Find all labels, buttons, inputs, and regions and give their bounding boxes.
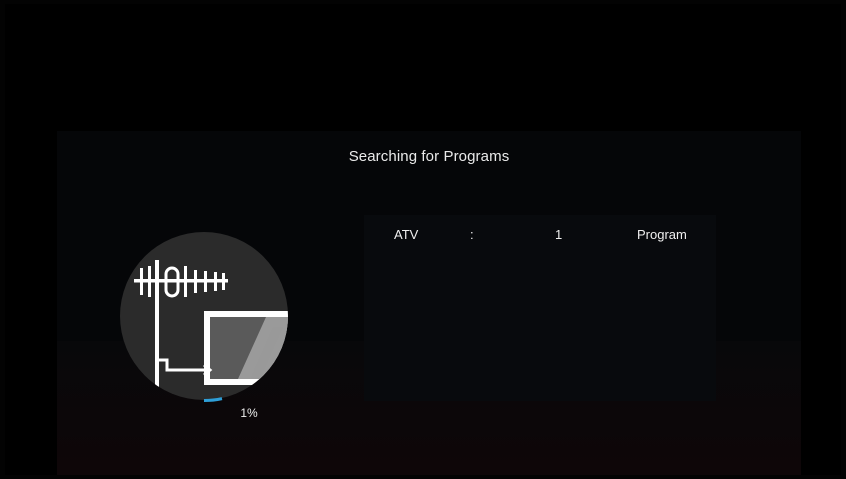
channel-search-dialog: Searching for Programs ATV : 1 Program 1… [57,131,801,475]
result-type-label: ATV [394,227,419,242]
progress-percent-label: 1% [240,406,258,420]
result-separator: : [470,227,474,242]
result-unit-label: Program [637,227,687,242]
antenna-tv-icon [118,230,290,403]
search-results-panel [364,215,716,401]
tv-screen: Searching for Programs ATV : 1 Program 1… [5,4,841,475]
dialog-title: Searching for Programs [348,148,510,165]
result-count: 1 [555,227,563,242]
